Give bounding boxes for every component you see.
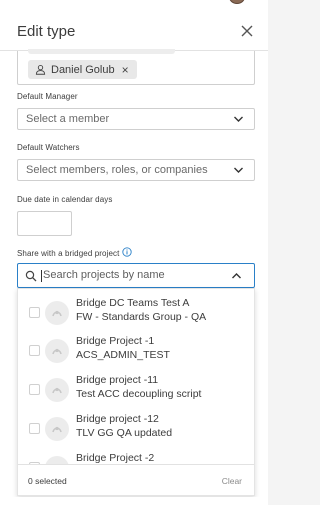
dropdown-footer: 0 selected Clear	[18, 464, 254, 495]
due-date-label: Due date in calendar days	[17, 195, 113, 204]
checkbox[interactable]	[29, 307, 40, 318]
assignee-field[interactable]: Daniel Golub ×	[17, 49, 255, 85]
edit-type-panel: Edit type Daniel Golub × Default Manager…	[0, 6, 268, 505]
project-name: Bridge Project -2	[76, 452, 155, 464]
share-bridged-text: Share with a bridged project	[17, 249, 120, 258]
project-account: FW - Standards Group - QA	[76, 311, 207, 323]
selected-count: 0 selected	[28, 476, 67, 486]
person-icon	[35, 65, 46, 75]
chevron-up-icon[interactable]	[231, 272, 242, 280]
project-thumbnail	[45, 301, 69, 325]
project-thumbnail	[45, 378, 69, 402]
list-item[interactable]: Bridge project -11 Test ACC decoupling s…	[18, 370, 254, 408]
bridge-icon	[52, 426, 62, 433]
bridge-icon	[52, 387, 62, 394]
bridge-icon	[52, 348, 62, 355]
project-search-input[interactable]: Search projects by name	[17, 263, 255, 288]
project-account: TLV GG QA updated	[76, 427, 173, 439]
project-name: Bridge project -11	[76, 374, 159, 386]
search-placeholder: Search projects by name	[43, 269, 165, 281]
project-name: Bridge DC Teams Test A	[76, 297, 190, 309]
info-icon[interactable]	[122, 247, 133, 257]
list-item[interactable]: Bridge Project -1 ACS_ADMIN_TEST	[18, 331, 254, 369]
clear-button[interactable]: Clear	[222, 476, 242, 486]
default-manager-placeholder: Select a member	[26, 113, 110, 125]
bridge-icon	[52, 310, 62, 317]
default-manager-label: Default Manager	[17, 92, 78, 101]
share-bridged-label: Share with a bridged project	[17, 247, 133, 258]
project-name: Bridge project -12	[76, 413, 159, 425]
default-watchers-placeholder: Select members, roles, or companies	[26, 164, 208, 176]
project-thumbnail	[45, 417, 69, 441]
project-name: Bridge Project -1	[76, 335, 155, 347]
list-item[interactable]: Bridge DC Teams Test A FW - Standards Gr…	[18, 293, 254, 331]
close-icon	[241, 25, 253, 37]
project-account: ACS_ADMIN_TEST	[76, 349, 170, 361]
chip-label: Daniel Golub	[51, 63, 115, 76]
text-cursor	[41, 270, 42, 282]
project-thumbnail	[45, 339, 69, 363]
default-manager-select[interactable]: Select a member	[17, 108, 255, 130]
project-account: Test ACC decoupling script	[76, 388, 202, 400]
assignee-chip: Daniel Golub ×	[28, 60, 137, 79]
panel-title: Edit type	[17, 23, 76, 40]
chevron-down-icon	[234, 116, 243, 122]
due-date-input[interactable]	[17, 211, 72, 236]
panel-bottom	[0, 497, 268, 505]
close-button[interactable]	[238, 22, 256, 40]
search-placeholder-rest: earch projects by name	[50, 269, 165, 281]
checkbox[interactable]	[29, 345, 40, 356]
chip-remove-button[interactable]: ×	[122, 63, 129, 77]
default-watchers-select[interactable]: Select members, roles, or companies	[17, 159, 255, 181]
checkbox[interactable]	[29, 423, 40, 434]
search-icon	[25, 270, 37, 282]
list-item[interactable]: Bridge project -12 TLV GG QA updated	[18, 409, 254, 447]
default-watchers-label: Default Watchers	[17, 143, 80, 152]
checkbox[interactable]	[29, 384, 40, 395]
chip-partial	[28, 49, 175, 54]
project-dropdown: Bridge DC Teams Test A FW - Standards Gr…	[17, 288, 255, 496]
chevron-down-icon	[234, 167, 243, 173]
